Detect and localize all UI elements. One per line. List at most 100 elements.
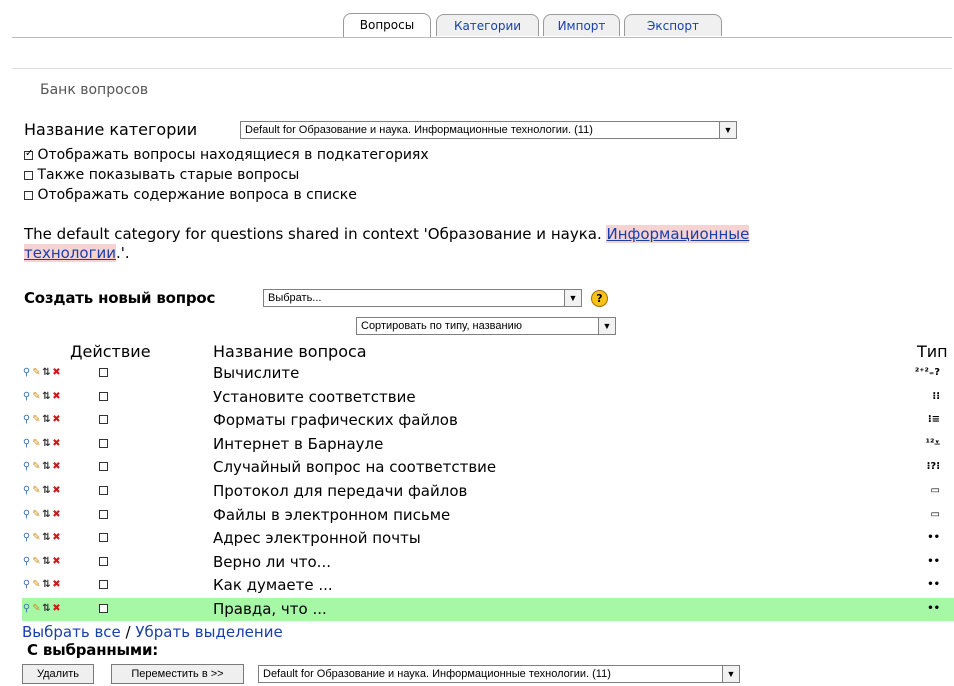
move-icon[interactable]: ⇅ [42, 580, 51, 590]
header-action: Действие [70, 342, 151, 361]
preview-icon[interactable]: ⚲ [22, 533, 31, 543]
question-name: Форматы графических файлов [213, 411, 458, 430]
table-row: ⚲ ✎ ⇅ ✖ Протокол для передачи файлов ▭ [22, 480, 954, 503]
tab-questions[interactable]: Вопросы [343, 13, 431, 37]
delete-icon[interactable]: ✖ [52, 462, 61, 472]
truefalse-icon: •• [927, 532, 940, 544]
row-checkbox[interactable] [99, 462, 108, 472]
row-checkbox[interactable] [99, 533, 108, 543]
move-icon[interactable]: ⇅ [42, 533, 51, 543]
info-prefix: The default category for questions share… [24, 225, 607, 243]
deselect-link[interactable]: Убрать выделение [135, 623, 282, 641]
tab-export[interactable]: Экспорт [624, 14, 722, 36]
old-questions-checkbox[interactable] [24, 170, 33, 180]
row-actions: ⚲ ✎ ⇅ ✖ [22, 509, 62, 522]
preview-icon[interactable]: ⚲ [22, 604, 31, 614]
row-checkbox[interactable] [99, 368, 108, 377]
edit-icon[interactable]: ✎ [32, 556, 41, 567]
option-subcategories[interactable]: Отображать вопросы находящиеся в подкате… [24, 146, 429, 164]
row-checkbox[interactable] [99, 509, 108, 519]
chevron-down-icon: ▼ [722, 666, 739, 682]
edit-icon[interactable]: ✎ [32, 533, 41, 543]
move-target-select[interactable]: Default for Образование и наука. Информа… [258, 665, 740, 683]
create-label: Создать новый вопрос [24, 289, 216, 307]
delete-icon[interactable]: ✖ [52, 486, 61, 496]
subcategories-checkbox[interactable] [24, 148, 33, 160]
move-icon[interactable]: ⇅ [42, 462, 51, 472]
question-name: Адрес электронной почты [213, 529, 421, 548]
preview-icon[interactable]: ⚲ [22, 486, 31, 496]
row-checkbox[interactable] [99, 556, 108, 566]
row-checkbox[interactable] [99, 391, 108, 401]
option-show-text[interactable]: Отображать содержание вопроса в списке [24, 186, 357, 204]
page-heading: Банк вопросов [40, 82, 149, 98]
row-actions: ⚲ ✎ ⇅ ✖ [22, 368, 62, 380]
chevron-down-icon: ▼ [598, 318, 615, 334]
show-text-checkbox[interactable] [24, 190, 33, 200]
move-icon[interactable]: ⇅ [42, 509, 51, 520]
context-link[interactable]: Информационные [606, 225, 750, 243]
preview-icon[interactable]: ⚲ [22, 438, 31, 449]
select-all-link[interactable]: Выбрать все [22, 623, 121, 641]
preview-icon[interactable]: ⚲ [22, 368, 31, 378]
delete-icon[interactable]: ✖ [52, 438, 61, 449]
move-icon[interactable]: ⇅ [42, 368, 51, 378]
info-text: The default category for questions share… [24, 225, 924, 263]
row-checkbox[interactable] [99, 438, 108, 448]
truefalse-icon: •• [927, 603, 940, 614]
row-checkbox[interactable] [99, 604, 108, 613]
preview-icon[interactable]: ⚲ [22, 415, 31, 425]
edit-icon[interactable]: ✎ [32, 604, 41, 614]
delete-icon[interactable]: ✖ [52, 533, 61, 543]
move-icon[interactable]: ⇅ [42, 438, 51, 449]
question-name: Интернет в Барнауле [213, 434, 384, 453]
question-name: Как думаете ... [213, 576, 333, 595]
selection-links: Выбрать все / Убрать выделение [22, 623, 283, 641]
move-button[interactable]: Переместить в >> [111, 664, 244, 684]
tab-import[interactable]: Импорт [543, 14, 620, 36]
option-label: Отображать содержание вопроса в списке [37, 187, 357, 203]
question-name: Верно ли что... [213, 552, 331, 571]
row-actions: ⚲ ✎ ⇅ ✖ [22, 556, 62, 569]
preview-icon[interactable]: ⚲ [22, 556, 31, 567]
delete-icon[interactable]: ✖ [52, 368, 61, 378]
edit-icon[interactable]: ✎ [32, 462, 41, 472]
preview-icon[interactable]: ⚲ [22, 509, 31, 520]
help-icon[interactable]: ? [591, 290, 608, 307]
context-link-cont[interactable]: технологии [24, 244, 116, 262]
table-row: ⚲ ✎ ⇅ ✖ Правда, что ... •• [22, 598, 954, 621]
delete-icon[interactable]: ✖ [52, 604, 61, 614]
move-icon[interactable]: ⇅ [42, 391, 51, 402]
preview-icon[interactable]: ⚲ [22, 391, 31, 402]
row-checkbox[interactable] [99, 580, 108, 590]
move-icon[interactable]: ⇅ [42, 556, 51, 567]
row-checkbox[interactable] [99, 415, 108, 425]
edit-icon[interactable]: ✎ [32, 438, 41, 449]
edit-icon[interactable]: ✎ [32, 486, 41, 496]
edit-icon[interactable]: ✎ [32, 415, 41, 425]
preview-icon[interactable]: ⚲ [22, 462, 31, 472]
table-row: ⚲ ✎ ⇅ ✖ Форматы графических файлов ⁝≡ [22, 409, 954, 432]
table-row: ⚲ ✎ ⇅ ✖ Файлы в электронном письме ▭ [22, 504, 954, 527]
delete-icon[interactable]: ✖ [52, 556, 61, 567]
delete-icon[interactable]: ✖ [52, 391, 61, 402]
edit-icon[interactable]: ✎ [32, 509, 41, 520]
delete-icon[interactable]: ✖ [52, 509, 61, 520]
row-checkbox[interactable] [99, 486, 108, 495]
move-icon[interactable]: ⇅ [42, 415, 51, 425]
delete-button[interactable]: Удалить [22, 664, 94, 684]
move-icon[interactable]: ⇅ [42, 604, 51, 614]
edit-icon[interactable]: ✎ [32, 391, 41, 402]
move-icon[interactable]: ⇅ [42, 486, 51, 496]
category-select[interactable]: Default for Образование и наука. Информа… [240, 121, 737, 139]
option-old-questions[interactable]: Также показывать старые вопросы [24, 166, 299, 184]
delete-icon[interactable]: ✖ [52, 580, 61, 590]
edit-icon[interactable]: ✎ [32, 368, 41, 378]
edit-icon[interactable]: ✎ [32, 580, 41, 590]
sort-select[interactable]: Сортировать по типу, названию ▼ [356, 317, 616, 335]
create-question-select[interactable]: Выбрать... ▼ [263, 289, 582, 307]
info-suffix: .'. [115, 244, 130, 262]
preview-icon[interactable]: ⚲ [22, 580, 31, 590]
delete-icon[interactable]: ✖ [52, 415, 61, 425]
tab-categories[interactable]: Категории [436, 14, 539, 36]
